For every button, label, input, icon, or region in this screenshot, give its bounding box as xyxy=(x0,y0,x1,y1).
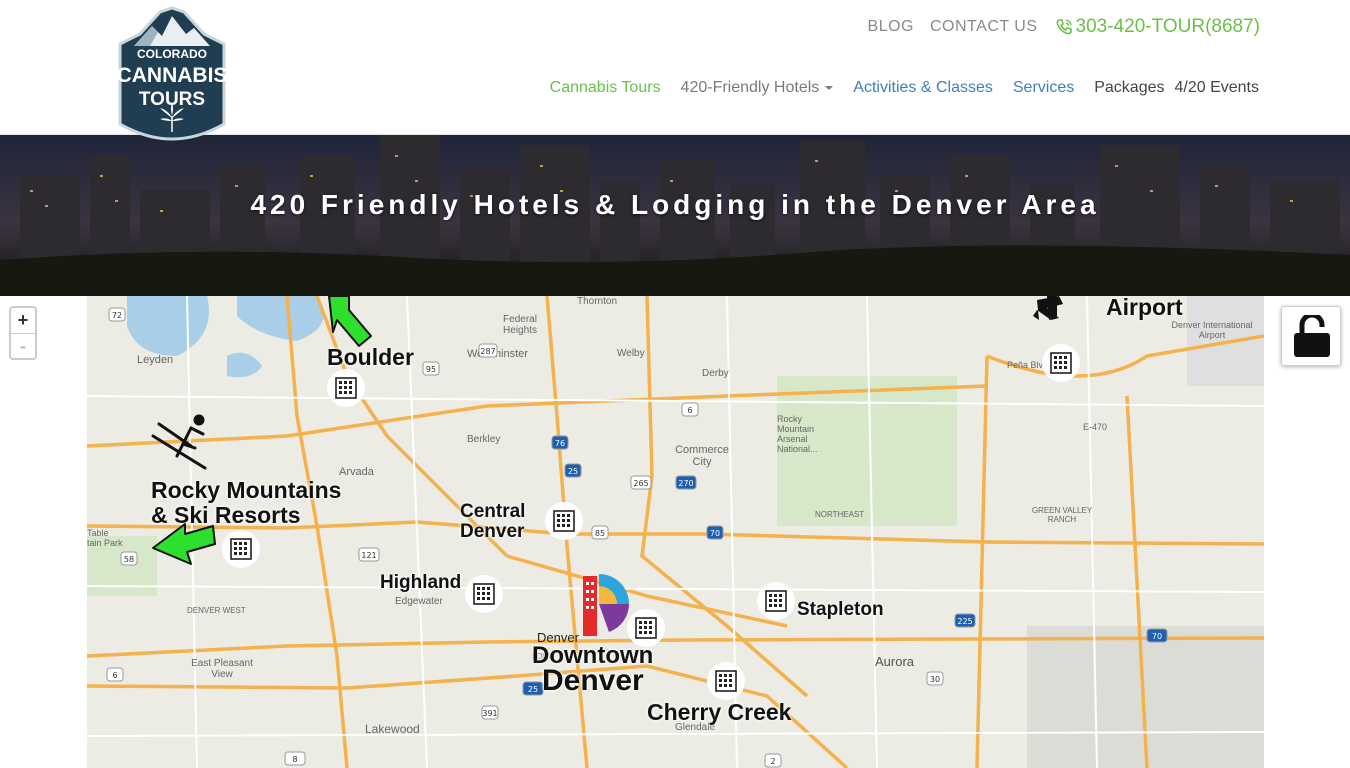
arrow-up-left-icon xyxy=(328,296,372,347)
nav-services[interactable]: Services xyxy=(1013,79,1074,97)
hotel-icon xyxy=(230,538,252,560)
hotel-marker-central-denver[interactable] xyxy=(545,502,583,540)
hotel-icon xyxy=(553,510,575,532)
hotels-map[interactable]: Thornton Federal Heights Westminster Ley… xyxy=(87,296,1264,768)
nav-activities-classes[interactable]: Activities & Classes xyxy=(853,79,993,97)
logo-line1: COLORADO xyxy=(137,47,207,61)
map-zoom-control: + - xyxy=(9,306,37,360)
hotel-icon xyxy=(715,670,737,692)
airplane-icon xyxy=(1033,296,1063,320)
hotel-icon xyxy=(335,377,357,399)
hero-banner: 420 Friendly Hotels & Lodging in the Den… xyxy=(0,135,1350,296)
arrow-left-icon xyxy=(152,523,216,565)
blog-link[interactable]: BLOG xyxy=(868,18,914,36)
hotel-marker-airport[interactable] xyxy=(1042,344,1080,382)
phone-icon xyxy=(1056,19,1072,35)
caret-down-icon xyxy=(825,85,834,90)
unlock-icon xyxy=(1294,315,1330,357)
hotel-icon xyxy=(765,590,787,612)
nav-420-friendly-hotels[interactable]: 420-Friendly Hotels xyxy=(681,79,834,97)
skier-icon xyxy=(151,414,207,470)
hotel-marker-downtown-denver[interactable] xyxy=(627,609,665,647)
hotel-icon xyxy=(473,583,495,605)
nav-420-events[interactable]: 4/20 Events xyxy=(1175,79,1260,97)
zoom-out-button[interactable]: - xyxy=(11,333,35,358)
zoom-in-button[interactable]: + xyxy=(11,308,35,333)
hotel-marker-highland[interactable] xyxy=(465,575,503,613)
top-links: BLOG CONTACT US 303-420-TOUR(8687) xyxy=(868,16,1260,38)
main-nav: Cannabis Tours 420-Friendly Hotels Activ… xyxy=(550,79,1259,97)
nav-cannabis-tours[interactable]: Cannabis Tours xyxy=(550,79,661,97)
site-logo[interactable]: COLORADO CANNABIS TOURS xyxy=(110,4,234,150)
contact-us-link[interactable]: CONTACT US xyxy=(930,18,1038,36)
map-lock-toggle[interactable] xyxy=(1281,306,1341,366)
hotel-marker-boulder[interactable] xyxy=(327,369,365,407)
hotel-icon xyxy=(635,617,657,639)
denver-logo-icon xyxy=(583,574,629,636)
hotel-marker-rocky-mountains[interactable] xyxy=(222,530,260,568)
hotel-marker-stapleton[interactable] xyxy=(757,582,795,620)
nav-hotels-label: 420-Friendly Hotels xyxy=(680,79,820,96)
hotel-marker-cherry-creek[interactable] xyxy=(707,662,745,700)
logo-line2: CANNABIS xyxy=(117,64,228,87)
phone-link[interactable]: 303-420-TOUR(8687) xyxy=(1054,16,1260,38)
hotel-icon xyxy=(1050,352,1072,374)
map-markers xyxy=(151,296,1063,636)
phone-number: 303-420-TOUR(8687) xyxy=(1075,16,1260,37)
page-title: 420 Friendly Hotels & Lodging in the Den… xyxy=(250,189,1100,220)
nav-packages[interactable]: Packages xyxy=(1094,79,1164,97)
